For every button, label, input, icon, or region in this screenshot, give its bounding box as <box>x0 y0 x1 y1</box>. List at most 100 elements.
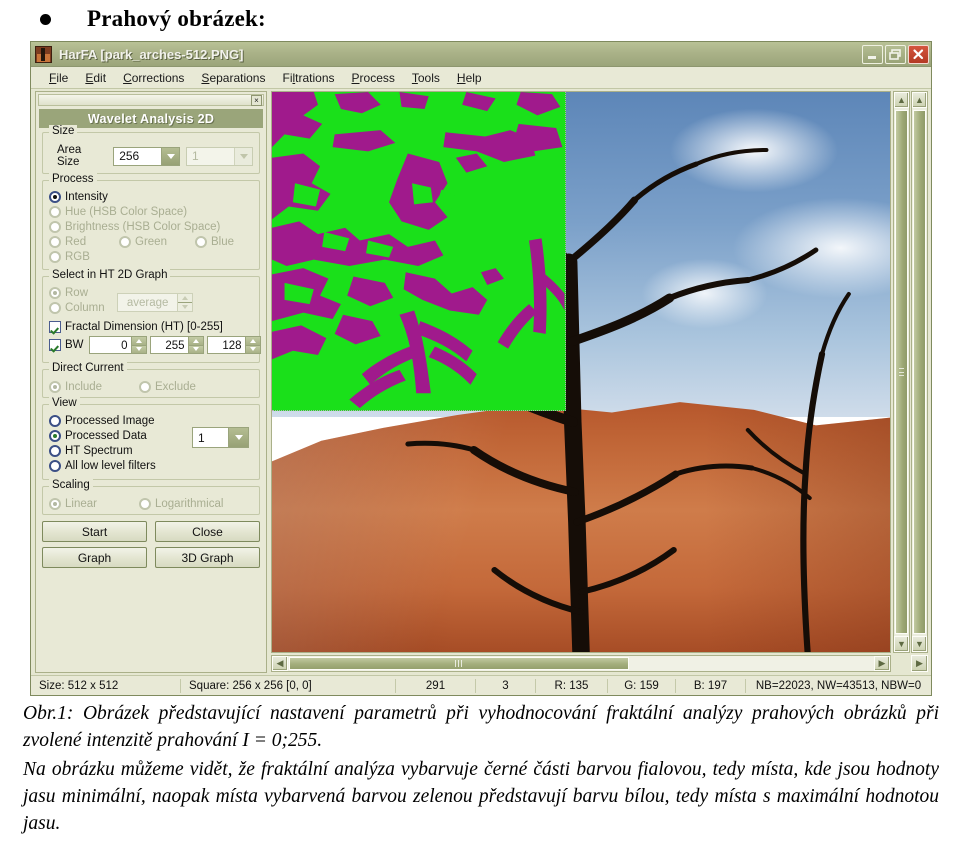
spinner-buttons[interactable] <box>130 337 146 353</box>
group-select-ht-2d-graph: Select in HT 2D Graph Row Column average… <box>42 269 261 363</box>
radio-icon <box>49 206 61 218</box>
status-counts: NB=22023, NW=43513, NBW=0 <box>755 679 922 692</box>
start-button[interactable]: Start <box>42 521 147 542</box>
menu-tools[interactable]: Tools <box>404 70 449 86</box>
panel-button-row-2: Graph 3D Graph <box>42 547 260 568</box>
bw-min-value: 0 <box>121 340 128 352</box>
status-blue: B: 197 <box>676 678 746 693</box>
process-option-brightness: Brightness (HSB Color Space) <box>49 221 253 233</box>
spinner-down-icon <box>177 302 192 311</box>
menu-separations[interactable]: Separations <box>193 70 274 86</box>
graph-button[interactable]: Graph <box>42 547 147 568</box>
fractal-dimension-checkbox-row[interactable]: Fractal Dimension (HT) [0-255] <box>49 321 253 333</box>
bw-max-value: 255 <box>165 340 185 352</box>
bw-min-spinner[interactable]: 0 <box>88 336 147 354</box>
radio-icon[interactable] <box>49 430 61 442</box>
view-option-all-low-level-filters[interactable]: All low level filters <box>49 460 192 472</box>
radio-icon[interactable] <box>49 191 61 203</box>
status-value-2: 3 <box>476 678 536 693</box>
caption-paragraph-2: Na obrázku můžeme vidět, že fraktální an… <box>23 759 939 834</box>
scroll-corner-right-icon[interactable]: ▶ <box>911 655 928 672</box>
close-button[interactable] <box>908 44 929 64</box>
menu-help[interactable]: Help <box>449 70 491 86</box>
spinner-up-icon[interactable] <box>188 337 203 346</box>
scroll-up-arrow-icon[interactable]: ▲ <box>912 92 927 108</box>
process-option-label: Blue <box>211 236 235 248</box>
bw-max-spinner[interactable]: 255 <box>149 336 204 354</box>
menu-process[interactable]: Process <box>344 70 404 86</box>
application-client-area: × Wavelet Analysis 2D Size Area Size 256 <box>31 89 931 675</box>
menu-edit[interactable]: Edit <box>77 70 115 86</box>
view-option-label: HT Spectrum <box>65 445 133 457</box>
menu-corrections[interactable]: Corrections <box>115 70 193 86</box>
process-option-label: RGB <box>65 251 90 263</box>
vertical-scroll-thumb[interactable] <box>913 110 926 634</box>
graph-3d-button[interactable]: 3D Graph <box>155 547 260 568</box>
menu-file[interactable]: File <box>41 70 77 86</box>
spinner-buttons[interactable] <box>244 337 260 353</box>
menu-filtrations[interactable]: Filtrations <box>274 70 343 86</box>
checkbox-icon[interactable] <box>49 321 61 333</box>
group-direct-current: Direct Current Include Exclude <box>42 362 260 398</box>
spinner-buttons[interactable] <box>187 337 203 353</box>
secondary-size-combo: 1 <box>186 146 253 166</box>
statusbar: Size: 512 x 512 Square: 256 x 256 [0, 0]… <box>31 675 931 695</box>
scroll-down-arrow-icon[interactable]: ▼ <box>912 636 927 652</box>
status-square: Square: 256 x 256 [0, 0] <box>181 678 396 693</box>
image-viewport[interactable] <box>271 91 891 653</box>
radio-icon[interactable] <box>49 460 61 472</box>
spinner-down-icon[interactable] <box>245 345 260 353</box>
minimize-button[interactable] <box>862 44 883 64</box>
chevron-down-icon[interactable] <box>161 147 180 165</box>
checkbox-icon[interactable] <box>49 339 61 351</box>
scroll-right-arrow-icon[interactable]: ▶ <box>874 656 890 671</box>
app-icon <box>35 45 52 63</box>
image-vertical-scrollbar[interactable]: ▲ ▼ <box>893 91 910 653</box>
scroll-up-arrow-icon[interactable]: ▲ <box>894 92 909 108</box>
bullet-dot-icon <box>40 13 51 25</box>
spinner-up-icon[interactable] <box>245 337 260 346</box>
radio-icon[interactable] <box>49 415 61 427</box>
group-process: Process Intensity Hue (HSB Color Space) … <box>42 173 260 270</box>
group-select-ht-legend: Select in HT 2D Graph <box>49 269 171 281</box>
bw-threshold-spinner[interactable]: 128 <box>206 336 261 354</box>
view-option-label: Processed Data <box>65 430 147 442</box>
panel-close-icon[interactable]: × <box>251 95 262 106</box>
process-option-intensity[interactable]: Intensity <box>49 191 253 203</box>
chevron-down-icon[interactable] <box>228 428 248 447</box>
bullet-heading: Prahový obrázek: <box>0 0 960 38</box>
restore-button[interactable] <box>885 44 906 64</box>
scroll-down-arrow-icon[interactable]: ▼ <box>894 636 909 652</box>
vertical-scroll-thumb[interactable] <box>895 110 908 634</box>
direct-current-exclude-label: Exclude <box>155 381 196 393</box>
spinner-up-icon[interactable] <box>131 337 146 346</box>
window-titlebar: HarFA [park_arches-512.PNG] <box>31 42 931 67</box>
page-title: Prahový obrázek: <box>87 6 266 31</box>
image-horizontal-scrollbar[interactable]: ◀ ▶ <box>271 655 891 672</box>
radio-icon[interactable] <box>49 445 61 457</box>
spinner-down-icon[interactable] <box>188 345 203 353</box>
process-option-label: Green <box>135 236 167 248</box>
view-option-processed-image[interactable]: Processed Image <box>49 415 192 427</box>
close-panel-button[interactable]: Close <box>155 521 260 542</box>
spinner-down-icon[interactable] <box>131 345 146 353</box>
process-option-rgb: RGB <box>49 251 253 263</box>
spinner-up-icon <box>177 293 192 303</box>
radio-icon <box>49 381 61 393</box>
radio-icon <box>195 236 207 248</box>
scaling-linear-label: Linear <box>65 498 97 510</box>
process-option-hue: Hue (HSB Color Space) <box>49 206 253 218</box>
view-index-combo[interactable]: 1 <box>192 427 249 448</box>
bw-row[interactable]: BW 0 255 128 <box>49 336 261 354</box>
horizontal-scroll-thumb[interactable] <box>289 657 629 670</box>
window-vertical-scrollbar[interactable]: ▲ ▼ <box>911 91 928 653</box>
scroll-left-arrow-icon[interactable]: ◀ <box>272 656 288 671</box>
select-ht-column-label: Column <box>65 302 105 314</box>
radio-icon <box>49 302 61 314</box>
view-option-ht-spectrum[interactable]: HT Spectrum <box>49 445 192 457</box>
spinner-buttons <box>176 293 192 311</box>
radio-icon <box>49 236 61 248</box>
view-option-processed-data[interactable]: Processed Data <box>49 430 192 442</box>
view-option-label: All low level filters <box>65 460 156 472</box>
area-size-combo[interactable]: 256 <box>113 146 181 166</box>
